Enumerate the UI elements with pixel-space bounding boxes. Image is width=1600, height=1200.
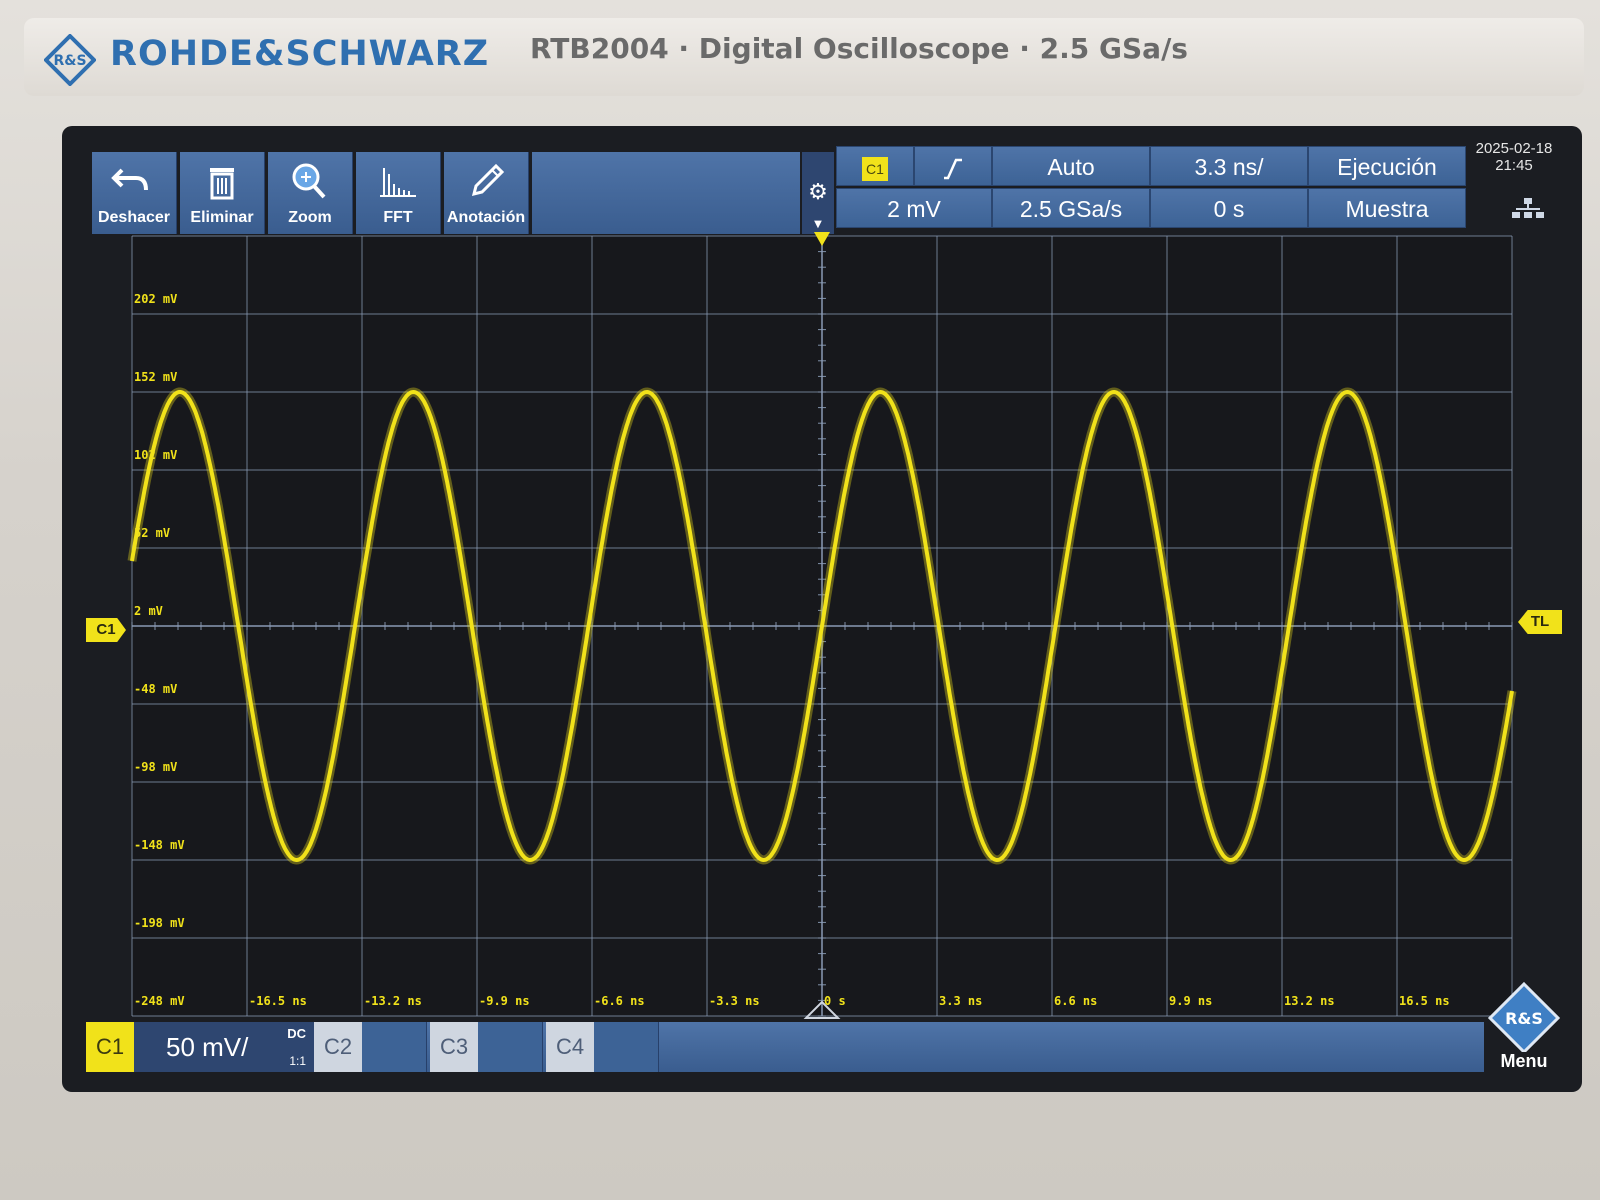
x-axis-label: -9.9 ns <box>479 994 530 1008</box>
x-axis-label: 16.5 ns <box>1399 994 1450 1008</box>
x-axis-label: -13.2 ns <box>364 994 422 1008</box>
x-axis-label: 3.3 ns <box>939 994 983 1008</box>
svg-text:R&S: R&S <box>1505 1009 1543 1028</box>
waveform-display[interactable] <box>0 0 1600 1200</box>
y-axis-label: 102 mV <box>134 448 178 462</box>
y-axis-label: -48 mV <box>134 682 178 696</box>
x-axis-label: 13.2 ns <box>1284 994 1335 1008</box>
x-axis-label: 9.9 ns <box>1169 994 1213 1008</box>
y-axis-label: 152 mV <box>134 370 178 384</box>
channel1-button[interactable]: C1 <box>86 1022 134 1072</box>
y-axis-label: -148 mV <box>134 838 185 852</box>
y-axis-label: 52 mV <box>134 526 171 540</box>
y-axis-label: -198 mV <box>134 916 185 930</box>
menu-label: Menu <box>1500 1051 1548 1071</box>
channel4-button[interactable]: C4 <box>546 1022 594 1072</box>
channel3-button[interactable]: C3 <box>430 1022 478 1072</box>
channel1-scale[interactable]: 50 mV/ DC 1:1 <box>134 1022 314 1072</box>
channel1-vdiv: 50 mV/ <box>166 1032 249 1062</box>
y-axis-label: -98 mV <box>134 760 178 774</box>
y-axis-label: 2 mV <box>134 604 163 618</box>
channel2-button[interactable]: C2 <box>314 1022 362 1072</box>
x-axis-label: 6.6 ns <box>1054 994 1098 1008</box>
channel1-probe: 1:1 <box>289 1054 306 1068</box>
channel4-slot[interactable] <box>594 1022 659 1072</box>
x-axis-label: -6.6 ns <box>594 994 645 1008</box>
menu-button[interactable]: R&S Menu <box>1484 980 1564 1072</box>
y-axis-label: -248 mV <box>134 994 185 1008</box>
rs-menu-logo-icon: R&S <box>1487 981 1561 1052</box>
x-axis-label: -16.5 ns <box>249 994 307 1008</box>
channel3-slot[interactable] <box>478 1022 543 1072</box>
channel2-slot[interactable] <box>362 1022 427 1072</box>
x-axis-label: -3.3 ns <box>709 994 760 1008</box>
y-axis-label: 202 mV <box>134 292 178 306</box>
channel1-coupling: DC <box>287 1026 306 1041</box>
x-axis-label: 0 s <box>824 994 846 1008</box>
